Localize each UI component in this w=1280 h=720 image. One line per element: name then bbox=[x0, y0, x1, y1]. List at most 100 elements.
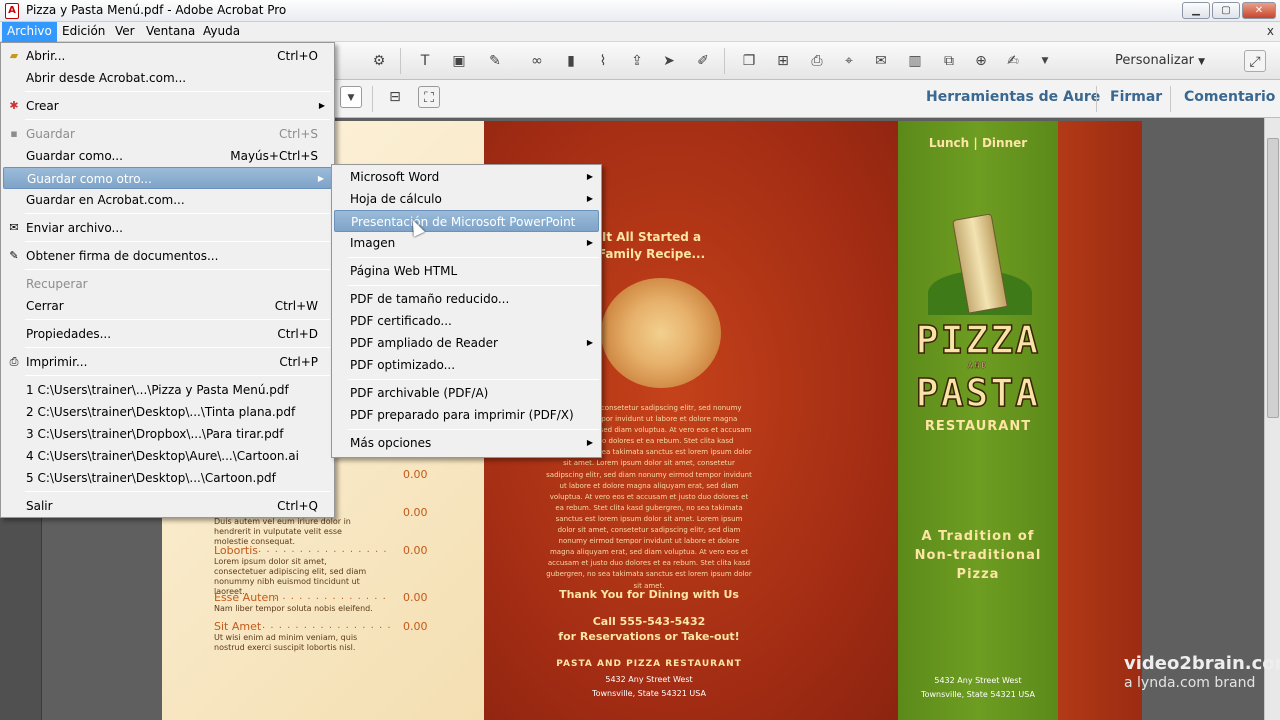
cover-address-line1: 5432 Any Street West bbox=[934, 676, 1022, 685]
menu-item-guardar-como[interactable]: Guardar como... Mayús+Ctrl+S bbox=[3, 145, 332, 167]
submenu-item-label: Más opciones bbox=[350, 436, 432, 450]
pages-icon[interactable]: ❐ bbox=[738, 50, 760, 72]
fit-width-icon[interactable]: ⛶ bbox=[418, 86, 440, 108]
scan-icon[interactable]: ⌖ bbox=[838, 50, 860, 72]
item-name: Lobortis bbox=[214, 544, 258, 557]
shortcut-label: Ctrl+P bbox=[279, 355, 318, 369]
leader-dots: . . . . . . . . . . . . . . bbox=[274, 591, 387, 602]
menu-edicion[interactable]: Edición bbox=[57, 22, 110, 42]
menu-item-imprimir[interactable]: ⎙ Imprimir... Ctrl+P bbox=[3, 351, 332, 373]
toolbar-overflow-icon[interactable]: ▼ bbox=[1034, 50, 1056, 72]
sign-icon[interactable]: ✍ bbox=[1002, 50, 1024, 72]
watermark-subbrand: a lynda.com brand bbox=[1124, 675, 1256, 691]
recent-file-1[interactable]: 1 C:\Users\trainer\...\Pizza y Pasta Men… bbox=[3, 379, 332, 401]
submenu-item-reader-extended-pdf[interactable]: PDF ampliado de Reader ▶ bbox=[334, 332, 599, 354]
submenu-item-pdfx[interactable]: PDF preparado para imprimir (PDF/X) bbox=[334, 404, 599, 426]
menu-item-recuperar[interactable]: Recuperar bbox=[3, 273, 332, 295]
shortcut-label: Ctrl+O bbox=[277, 49, 318, 63]
stamp-icon[interactable]: ✎ bbox=[484, 50, 506, 72]
menu-ventana[interactable]: Ventana bbox=[141, 22, 200, 42]
menu-item-guardar[interactable]: ▪ Guardar Ctrl+S bbox=[3, 123, 332, 145]
reservations-text: for Reservations or Take-out! bbox=[558, 630, 740, 643]
menu-item-abrir-acrobat[interactable]: Abrir desde Acrobat.com... bbox=[3, 67, 332, 89]
watermark-brand: video2brain.com bbox=[1124, 653, 1280, 674]
plus-page-icon[interactable]: ⊕ bbox=[970, 50, 992, 72]
submenu-item-spreadsheet[interactable]: Hoja de cálculo ▶ bbox=[334, 188, 599, 210]
item-name: Sit Amet bbox=[214, 620, 262, 633]
recent-file-4[interactable]: 4 C:\Users\trainer\Desktop\Aure\...\Cart… bbox=[3, 445, 332, 467]
menu-item-cerrar[interactable]: Cerrar Ctrl+W bbox=[3, 295, 332, 317]
compare-icon[interactable]: ⧉ bbox=[938, 50, 960, 72]
menu-item-guardar-como-otro[interactable]: Guardar como otro... ▶ bbox=[3, 167, 332, 189]
vertical-scrollbar[interactable] bbox=[1264, 118, 1280, 720]
expand-icon[interactable]: ⤢ bbox=[1244, 50, 1266, 72]
email-icon[interactable]: ✉ bbox=[870, 50, 892, 72]
menu-item-enviar[interactable]: ✉ Enviar archivo... bbox=[3, 217, 332, 239]
insert-page-icon[interactable]: ⊞ bbox=[772, 50, 794, 72]
submenu-item-reduced-pdf[interactable]: PDF de tamaño reducido... bbox=[334, 288, 599, 310]
menu-separator bbox=[25, 269, 330, 270]
submenu-item-pdfa[interactable]: PDF archivable (PDF/A) bbox=[334, 382, 599, 404]
submenu-arrow-icon: ▶ bbox=[586, 194, 593, 203]
menu-ayuda[interactable]: Ayuda bbox=[198, 22, 245, 42]
submenu-item-word[interactable]: Microsoft Word ▶ bbox=[334, 166, 599, 188]
close-button[interactable]: ✕ bbox=[1242, 2, 1276, 19]
personalizar-dropdown[interactable]: Personalizar ▼ bbox=[1115, 53, 1205, 68]
menu-separator bbox=[25, 119, 330, 120]
submenu-item-more-options[interactable]: Más opciones ▶ bbox=[334, 432, 599, 454]
menu-archivo[interactable]: Archivo bbox=[2, 22, 57, 42]
settings-icon[interactable]: ⚙ bbox=[368, 50, 390, 72]
select-icon[interactable]: ➤ bbox=[658, 50, 680, 72]
menu-item-firma[interactable]: ✎ Obtener firma de documentos... bbox=[3, 245, 332, 267]
file-menu: ▰ Abrir... Ctrl+O Abrir desde Acrobat.com.… bbox=[0, 42, 335, 518]
save-as-other-submenu: Microsoft Word ▶ Hoja de cálculo ▶ Present… bbox=[331, 164, 602, 458]
phone-text: Call 555-543-5432 bbox=[592, 615, 706, 628]
image-tool-icon[interactable]: ▣ bbox=[448, 50, 470, 72]
menu-item-abrir[interactable]: ▰ Abrir... Ctrl+O bbox=[3, 45, 332, 67]
document-close-button[interactable]: x bbox=[1267, 24, 1274, 38]
toolbar-separator bbox=[1170, 86, 1171, 112]
text-tool-icon[interactable]: T bbox=[414, 50, 436, 72]
color-icon[interactable]: ▥ bbox=[904, 50, 926, 72]
toolbar-separator bbox=[372, 86, 373, 112]
recent-file-3[interactable]: 3 C:\Users\trainer\Dropbox\...\Para tira… bbox=[3, 423, 332, 445]
submenu-item-powerpoint[interactable]: Presentación de Microsoft PowerPoint bbox=[334, 210, 599, 232]
maximize-button[interactable]: ▢ bbox=[1212, 2, 1240, 19]
scrollbar-thumb[interactable] bbox=[1267, 138, 1279, 418]
zoom-dropdown-icon[interactable]: ▼ bbox=[340, 86, 362, 108]
restaurant-name: PASTA AND PIZZA RESTAURANT bbox=[556, 659, 742, 669]
brochure-cover-panel: Lunch | Dinner PIZZA AND PASTA RESTAURAN… bbox=[898, 121, 1058, 720]
menu-item-label: Cerrar bbox=[26, 299, 64, 313]
comment-panel-link[interactable]: Comentario bbox=[1184, 89, 1275, 105]
print-icon[interactable]: ⎙ bbox=[806, 50, 828, 72]
submenu-arrow-icon: ▶ bbox=[586, 338, 593, 347]
menu-ver[interactable]: Ver bbox=[110, 22, 140, 42]
menu-separator bbox=[348, 285, 599, 286]
menu-item-crear[interactable]: ✱ Crear ▶ bbox=[3, 95, 332, 117]
attach-icon[interactable]: ⌇ bbox=[592, 50, 614, 72]
submenu-item-image[interactable]: Imagen ▶ bbox=[334, 232, 599, 254]
submenu-item-label: Microsoft Word bbox=[350, 170, 440, 184]
sign-panel-link[interactable]: Firmar bbox=[1110, 89, 1162, 105]
submenu-item-certified-pdf[interactable]: PDF certificado... bbox=[334, 310, 599, 332]
logo-restaurant: RESTAURANT bbox=[924, 419, 1032, 434]
submenu-item-html[interactable]: Página Web HTML bbox=[334, 260, 599, 282]
menu-item-salir[interactable]: Salir Ctrl+Q bbox=[3, 495, 332, 517]
export-icon[interactable]: ⇪ bbox=[626, 50, 648, 72]
submenu-item-optimized-pdf[interactable]: PDF optimizado... bbox=[334, 354, 599, 376]
tools-panel-link[interactable]: Herramientas de Aure bbox=[926, 89, 1100, 105]
minimize-button[interactable]: ▁ bbox=[1182, 2, 1210, 19]
recent-file-5[interactable]: 5 C:\Users\trainer\Desktop\...\Cartoon.p… bbox=[3, 467, 332, 489]
menu-item-label: Guardar en Acrobat.com... bbox=[26, 193, 185, 207]
bookmark-icon[interactable]: ▮ bbox=[560, 50, 582, 72]
menu-item-propiedades[interactable]: Propiedades... Ctrl+D bbox=[3, 323, 332, 345]
edit-icon[interactable]: ✐ bbox=[692, 50, 714, 72]
shortcut-label: Ctrl+Q bbox=[277, 499, 318, 513]
recent-file-2[interactable]: 2 C:\Users\trainer\Desktop\...\Tinta pla… bbox=[3, 401, 332, 423]
submenu-arrow-icon: ▶ bbox=[318, 101, 325, 110]
link-icon[interactable]: ∞ bbox=[526, 50, 548, 72]
leader-dots: . . . . . . . . . . . . . . . . bbox=[262, 620, 392, 631]
fit-page-icon[interactable]: ⊟ bbox=[384, 86, 406, 108]
menu-item-guardar-acrobat[interactable]: Guardar en Acrobat.com... bbox=[3, 189, 332, 211]
address-line1: 5432 Any Street West bbox=[605, 675, 693, 684]
